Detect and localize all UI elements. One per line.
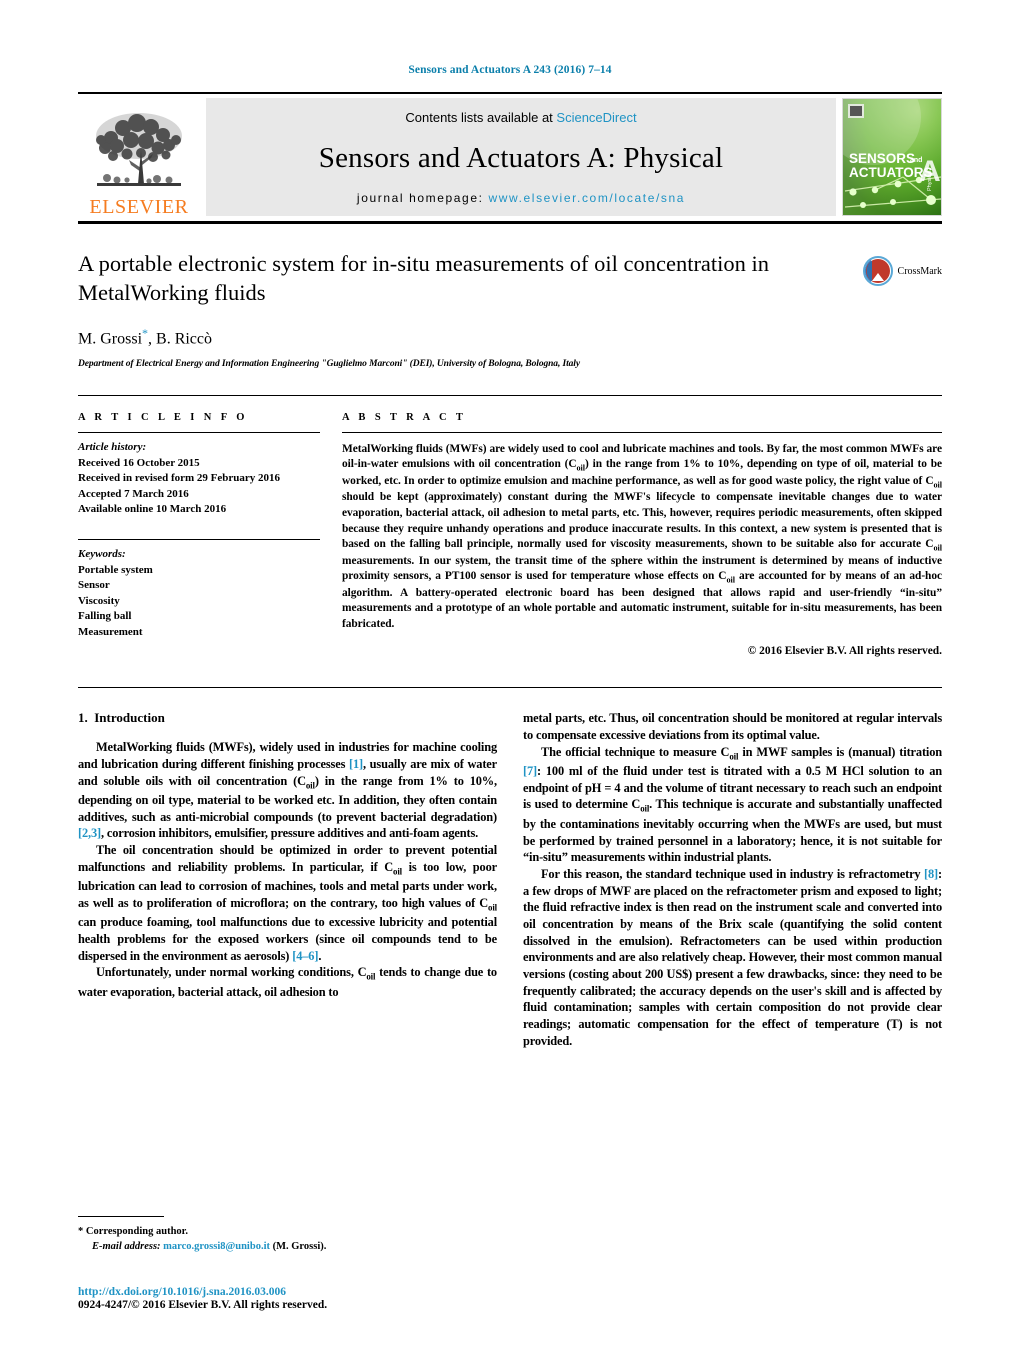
par-seg: Unfortunately, under normal working cond… bbox=[96, 965, 367, 980]
title-block: A portable electronic system for in-situ… bbox=[78, 250, 942, 369]
par-seg: , corrosion inhibitors, emulsifier, pres… bbox=[101, 826, 479, 841]
author-1: M. Grossi bbox=[78, 329, 143, 347]
keyword-item: Measurement bbox=[78, 626, 143, 639]
history-item: Received 16 October 2015 bbox=[78, 456, 200, 469]
footnote-marker: * bbox=[78, 1225, 84, 1237]
par-sub: oil bbox=[640, 803, 650, 814]
citation-ref[interactable]: [2,3] bbox=[78, 826, 101, 840]
par-seg: can produce foaming, tool malfunctions d… bbox=[78, 915, 497, 963]
keyword-item: Sensor bbox=[78, 579, 110, 592]
crossmark-badge[interactable]: CrossMark bbox=[862, 256, 942, 286]
cover-subtitle: Physical bbox=[927, 171, 933, 191]
citation-ref[interactable]: [8] bbox=[924, 867, 938, 881]
journal-homepage-line: journal homepage: www.elsevier.com/locat… bbox=[357, 191, 685, 205]
section-number: 1. bbox=[78, 710, 88, 726]
sciencedirect-link[interactable]: ScienceDirect bbox=[556, 110, 636, 125]
email-link[interactable]: marco.grossi8@unibo.it bbox=[163, 1241, 270, 1252]
par-sub: oil bbox=[488, 902, 497, 913]
paragraph: MetalWorking fluids (MWFs), widely used … bbox=[78, 739, 497, 842]
paragraph: The official technique to measure Coil i… bbox=[523, 744, 942, 866]
masthead-center: Contents lists available at ScienceDirec… bbox=[206, 98, 836, 216]
info-abstract-block: A R T I C L E I N F O Article history: R… bbox=[78, 394, 942, 657]
running-head: Sensors and Actuators A 243 (2016) 7–14 bbox=[408, 64, 612, 76]
abstract-copyright: © 2016 Elsevier B.V. All rights reserved… bbox=[747, 645, 942, 658]
citation-ref[interactable]: [1] bbox=[349, 757, 363, 771]
cover-art: SENSORS and ACTUATORS A Physical bbox=[843, 99, 941, 215]
par-sub: oil bbox=[393, 866, 402, 877]
par-sub: oil bbox=[366, 971, 376, 982]
article-info-heading: A R T I C L E I N F O bbox=[78, 411, 248, 423]
par-seg: For this reason, the standard technique … bbox=[541, 866, 925, 881]
par-seg: : a few drops of MWF are placed on the r… bbox=[523, 866, 942, 1048]
journal-masthead: ELSEVIER Contents lists available at Sci… bbox=[78, 92, 942, 224]
keywords-rule bbox=[78, 538, 320, 540]
keywords-label: Keywords: bbox=[78, 547, 126, 560]
body-left-column: 1. Introduction MetalWorking fluids (MWF… bbox=[78, 710, 497, 1049]
citation-ref[interactable]: [4–6] bbox=[292, 949, 318, 963]
abstract-sub: oil bbox=[576, 463, 586, 473]
contents-prefix: Contents lists available at bbox=[405, 110, 557, 125]
doi-link[interactable]: http://dx.doi.org/10.1016/j.sna.2016.03.… bbox=[78, 1286, 598, 1298]
journal-cover-thumbnail: SENSORS and ACTUATORS A Physical bbox=[842, 98, 942, 216]
author-list: M. Grossi*, B. Riccò bbox=[78, 326, 812, 348]
abstract-column: A B S T R A C T MetalWorking fluids (MWF… bbox=[342, 412, 942, 657]
abstract-sub: oil bbox=[933, 543, 943, 553]
footnote-divider bbox=[78, 1215, 164, 1217]
par-seg: in MWF samples is (manual) titration bbox=[738, 744, 942, 759]
doi-block: http://dx.doi.org/10.1016/j.sna.2016.03.… bbox=[78, 1286, 598, 1311]
homepage-prefix: journal homepage: bbox=[356, 191, 489, 205]
keywords-group: Keywords: Portable system Sensor Viscosi… bbox=[78, 532, 320, 641]
email-suffix: (M. Grossi). bbox=[272, 1241, 327, 1253]
affiliation: Department of Electrical Energy and Info… bbox=[78, 358, 580, 369]
crossmark-label: CrossMark bbox=[897, 265, 942, 277]
par-sub: oil bbox=[729, 751, 739, 762]
abstract-heading: A B S T R A C T bbox=[342, 411, 467, 423]
par-seg: . bbox=[318, 948, 322, 963]
abstract-sub: oil bbox=[726, 575, 735, 585]
corresponding-author-note: * Corresponding author. E-mail address: … bbox=[78, 1224, 508, 1256]
paragraph: The oil concentration should be optimize… bbox=[78, 842, 497, 964]
article-info-column: A R T I C L E I N F O Article history: R… bbox=[78, 412, 320, 657]
par-seg: The official technique to measure C bbox=[541, 744, 730, 759]
elsevier-wordmark: ELSEVIER bbox=[89, 196, 189, 218]
issn-copyright-line: 0924-4247/© 2016 Elsevier B.V. All right… bbox=[78, 1299, 328, 1311]
cover-line1: SENSORS bbox=[849, 151, 915, 166]
contents-available-line: Contents lists available at ScienceDirec… bbox=[405, 110, 636, 125]
history-item: Received in revised form 29 February 201… bbox=[78, 472, 281, 485]
abstract-seg: should be kept (approximately) constant … bbox=[342, 491, 942, 551]
abstract-text: MetalWorking fluids (MWFs) are widely us… bbox=[342, 433, 942, 632]
journal-homepage-link[interactable]: www.elsevier.com/locate/sna bbox=[488, 191, 685, 205]
section-title: Introduction bbox=[94, 710, 165, 726]
email-label: E-mail address: bbox=[92, 1241, 161, 1253]
keyword-item: Portable system bbox=[78, 563, 153, 576]
paragraph: Unfortunately, under normal working cond… bbox=[78, 964, 497, 1000]
elsevier-tree-icon bbox=[96, 113, 182, 186]
elsevier-logo: ELSEVIER bbox=[78, 94, 200, 221]
article-history-group: Article history: Received 16 October 201… bbox=[78, 433, 320, 518]
page-title: A portable electronic system for in-situ… bbox=[78, 251, 770, 305]
footnote-text: Corresponding author. bbox=[85, 1225, 188, 1237]
keyword-item: Falling ball bbox=[78, 610, 132, 623]
article-history-label: Article history: bbox=[78, 440, 147, 453]
crossmark-icon bbox=[862, 256, 893, 286]
paragraph: For this reason, the standard technique … bbox=[523, 866, 942, 1049]
history-item: Accepted 7 March 2016 bbox=[78, 487, 189, 500]
citation-ref[interactable]: [7] bbox=[523, 764, 537, 778]
paragraph: metal parts, etc. Thus, oil concentratio… bbox=[523, 711, 942, 742]
keyword-item: Viscosity bbox=[78, 594, 120, 607]
history-item: Available online 10 March 2016 bbox=[78, 503, 227, 516]
paper-page: Sensors and Actuators A 243 (2016) 7–14 bbox=[0, 0, 1020, 1351]
body-right-column: metal parts, etc. Thus, oil concentratio… bbox=[523, 710, 942, 1049]
abstract-sub: oil bbox=[933, 480, 943, 490]
body-columns: 1. Introduction MetalWorking fluids (MWF… bbox=[78, 687, 942, 1049]
journal-title: Sensors and Actuators A: Physical bbox=[318, 141, 724, 174]
section-heading-introduction: 1. Introduction bbox=[78, 710, 497, 726]
author-2: , B. Riccò bbox=[148, 329, 213, 347]
par-sub: oil bbox=[305, 780, 315, 791]
footnote-block: * Corresponding author. E-mail address: … bbox=[78, 1215, 508, 1256]
